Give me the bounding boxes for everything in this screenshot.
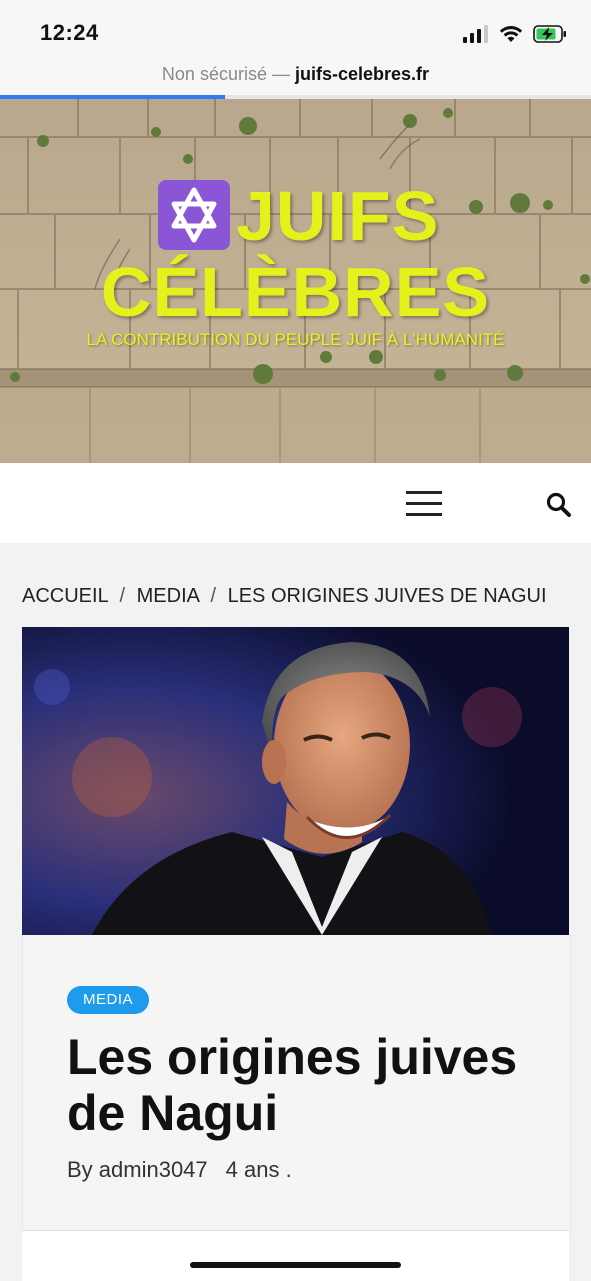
article-date: 4 ans . xyxy=(225,1157,292,1182)
home-indicator[interactable] xyxy=(190,1262,401,1268)
featured-image[interactable] xyxy=(22,627,569,935)
article-author[interactable]: By admin3047 xyxy=(67,1157,208,1182)
hamburger-menu-icon[interactable] xyxy=(406,491,442,517)
article-title[interactable]: Les origines juives de Nagui xyxy=(67,1029,547,1141)
address-bar[interactable]: Non sécurisé — juifs-celebres.fr xyxy=(0,62,591,96)
url-host: juifs-celebres.fr xyxy=(295,64,430,84)
breadcrumb-current-page: LES ORIGINES JUIVES DE NAGUI xyxy=(227,585,547,607)
security-label: Non sécurisé — xyxy=(161,64,290,84)
status-icons xyxy=(463,22,567,46)
status-bar: 12:24 xyxy=(0,0,591,62)
breadcrumb-separator: / xyxy=(210,585,217,607)
site-tagline: LA CONTRIBUTION DU PEUPLE JUIF À L'HUMAN… xyxy=(86,330,505,349)
breadcrumb: ACCUEIL / MEDIA / LES ORIGINES JUIVES DE… xyxy=(22,585,547,608)
site-logo-line1: JUIFS xyxy=(236,177,440,255)
breadcrumb-separator: / xyxy=(119,585,126,607)
next-card-edge xyxy=(22,1230,569,1281)
site-header-banner[interactable]: JUIFS CÉLÈBRES LA CONTRIBUTION DU PEUPLE… xyxy=(0,99,591,463)
main-nav-bar xyxy=(0,463,591,543)
breadcrumb-home-link[interactable]: ACCUEIL xyxy=(22,585,108,607)
breadcrumb-category-link[interactable]: MEDIA xyxy=(137,585,199,607)
search-icon[interactable] xyxy=(546,492,572,518)
cellular-signal-icon xyxy=(463,25,488,43)
status-time: 12:24 xyxy=(40,20,99,45)
site-logo-line2: CÉLÈBRES xyxy=(100,253,491,331)
category-badge[interactable]: MEDIA xyxy=(67,986,150,1014)
wifi-icon xyxy=(499,26,523,42)
battery-charging-icon xyxy=(533,25,566,43)
article-card: MEDIA Les origines juives de Nagui By ad… xyxy=(22,627,571,1280)
article-meta: By admin3047 4 ans . xyxy=(67,1157,292,1183)
star-of-david-logo-icon xyxy=(158,180,230,250)
article-summary: MEDIA Les origines juives de Nagui By ad… xyxy=(22,935,571,1235)
